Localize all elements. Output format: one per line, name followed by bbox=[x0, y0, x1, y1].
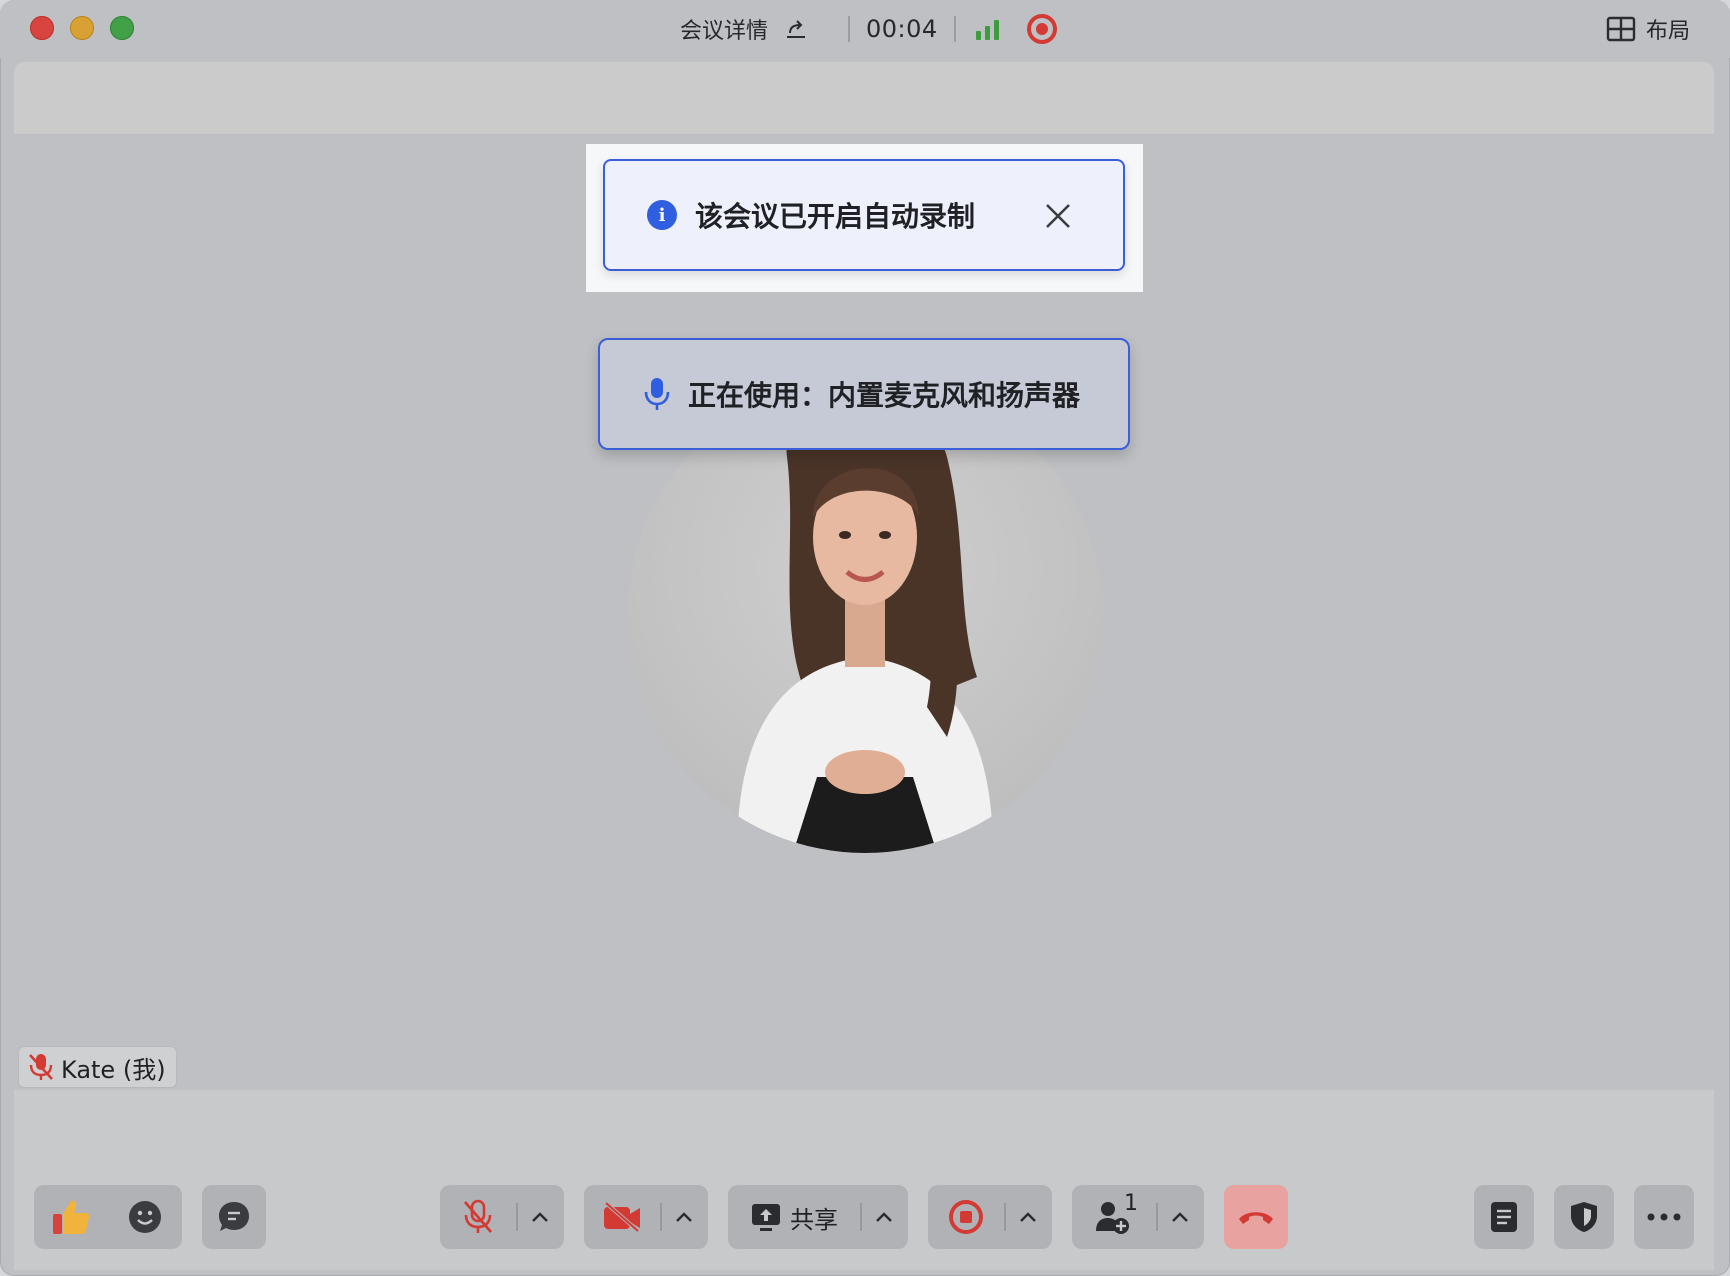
audio-device-notice: 正在使用：内置麦克风和扬声器 bbox=[598, 338, 1130, 450]
mute-button[interactable] bbox=[440, 1185, 516, 1249]
top-strip bbox=[14, 62, 1714, 134]
thumbs-up-icon bbox=[53, 1200, 90, 1234]
mic-muted-icon bbox=[463, 1199, 493, 1233]
meeting-detail-link[interactable]: 会议详情 bbox=[680, 13, 768, 45]
participants-options-button[interactable] bbox=[1158, 1185, 1202, 1249]
record-icon bbox=[949, 1200, 983, 1234]
share-link-icon[interactable] bbox=[784, 17, 808, 41]
window-close-button[interactable] bbox=[30, 16, 54, 40]
share-group: 共享 bbox=[728, 1185, 908, 1249]
chevron-up-icon bbox=[676, 1212, 692, 1222]
security-button[interactable] bbox=[1554, 1185, 1614, 1249]
hangup-icon bbox=[1239, 1212, 1273, 1224]
camera-button[interactable] bbox=[584, 1185, 660, 1249]
notes-icon bbox=[1491, 1202, 1517, 1232]
window-zoom-button[interactable] bbox=[110, 16, 134, 40]
share-screen-icon bbox=[752, 1204, 780, 1231]
divider bbox=[848, 16, 851, 42]
participant-name: Kate (我) bbox=[61, 1055, 166, 1084]
divider bbox=[953, 16, 956, 42]
window-minimize-button[interactable] bbox=[70, 16, 94, 40]
record-options-button[interactable] bbox=[1006, 1185, 1050, 1249]
share-button[interactable]: 共享 bbox=[728, 1185, 860, 1249]
meeting-info-bar: 会议详情 00:04 bbox=[680, 0, 1057, 58]
microphone-icon bbox=[644, 378, 670, 410]
more-group bbox=[1634, 1185, 1694, 1249]
titlebar: 会议详情 00:04 布局 bbox=[0, 0, 1730, 58]
recording-indicator-icon[interactable] bbox=[1026, 14, 1057, 44]
chat-icon bbox=[219, 1202, 249, 1231]
like-button[interactable] bbox=[34, 1185, 108, 1249]
notes-button[interactable] bbox=[1474, 1185, 1534, 1249]
audio-device-text: 正在使用：内置麦克风和扬声器 bbox=[688, 379, 1081, 412]
more-button[interactable] bbox=[1634, 1185, 1694, 1249]
chat-group bbox=[202, 1185, 266, 1249]
end-call-button[interactable] bbox=[1224, 1185, 1288, 1249]
smile-icon bbox=[129, 1201, 161, 1233]
share-label: 共享 bbox=[790, 1205, 838, 1234]
chevron-up-icon bbox=[532, 1212, 548, 1222]
notes-group bbox=[1474, 1185, 1534, 1249]
record-button[interactable] bbox=[928, 1185, 1004, 1249]
camera-off-icon bbox=[604, 1201, 640, 1233]
chevron-up-icon bbox=[876, 1212, 892, 1222]
more-icon bbox=[1647, 1213, 1681, 1221]
record-group bbox=[928, 1185, 1052, 1249]
chevron-up-icon bbox=[1020, 1212, 1036, 1222]
auto-record-notice: i 该会议已开启自动录制 bbox=[603, 159, 1125, 271]
grid-layout-icon bbox=[1606, 16, 1636, 42]
info-icon: i bbox=[647, 200, 677, 230]
emoji-button[interactable] bbox=[108, 1185, 182, 1249]
camera-options-button[interactable] bbox=[662, 1185, 706, 1249]
auto-record-text: 该会议已开启自动录制 bbox=[695, 200, 976, 233]
participant-name-tag: Kate (我) bbox=[18, 1046, 177, 1088]
network-signal-icon[interactable] bbox=[975, 18, 999, 40]
meeting-window: 会议详情 00:04 布局 i 该会议已开启自动录制 正在使用：内置麦克风和扬声… bbox=[0, 0, 1730, 1276]
share-options-button[interactable] bbox=[862, 1185, 906, 1249]
mic-options-button[interactable] bbox=[518, 1185, 562, 1249]
participant-count: 1 bbox=[1124, 1191, 1138, 1216]
mic-muted-icon bbox=[29, 1054, 53, 1080]
meeting-timer: 00:04 bbox=[866, 15, 938, 43]
layout-button[interactable]: 布局 bbox=[1606, 12, 1690, 46]
reactions-group bbox=[34, 1185, 182, 1249]
shield-icon bbox=[1571, 1202, 1597, 1232]
participants-button[interactable]: 1 bbox=[1072, 1185, 1156, 1249]
chat-button[interactable] bbox=[202, 1185, 266, 1249]
security-group bbox=[1554, 1185, 1614, 1249]
camera-group bbox=[584, 1185, 708, 1249]
chevron-up-icon bbox=[1172, 1212, 1188, 1222]
mic-group bbox=[440, 1185, 564, 1249]
participants-group: 1 bbox=[1072, 1185, 1204, 1249]
layout-label: 布局 bbox=[1645, 19, 1690, 44]
close-icon[interactable] bbox=[1043, 201, 1073, 231]
